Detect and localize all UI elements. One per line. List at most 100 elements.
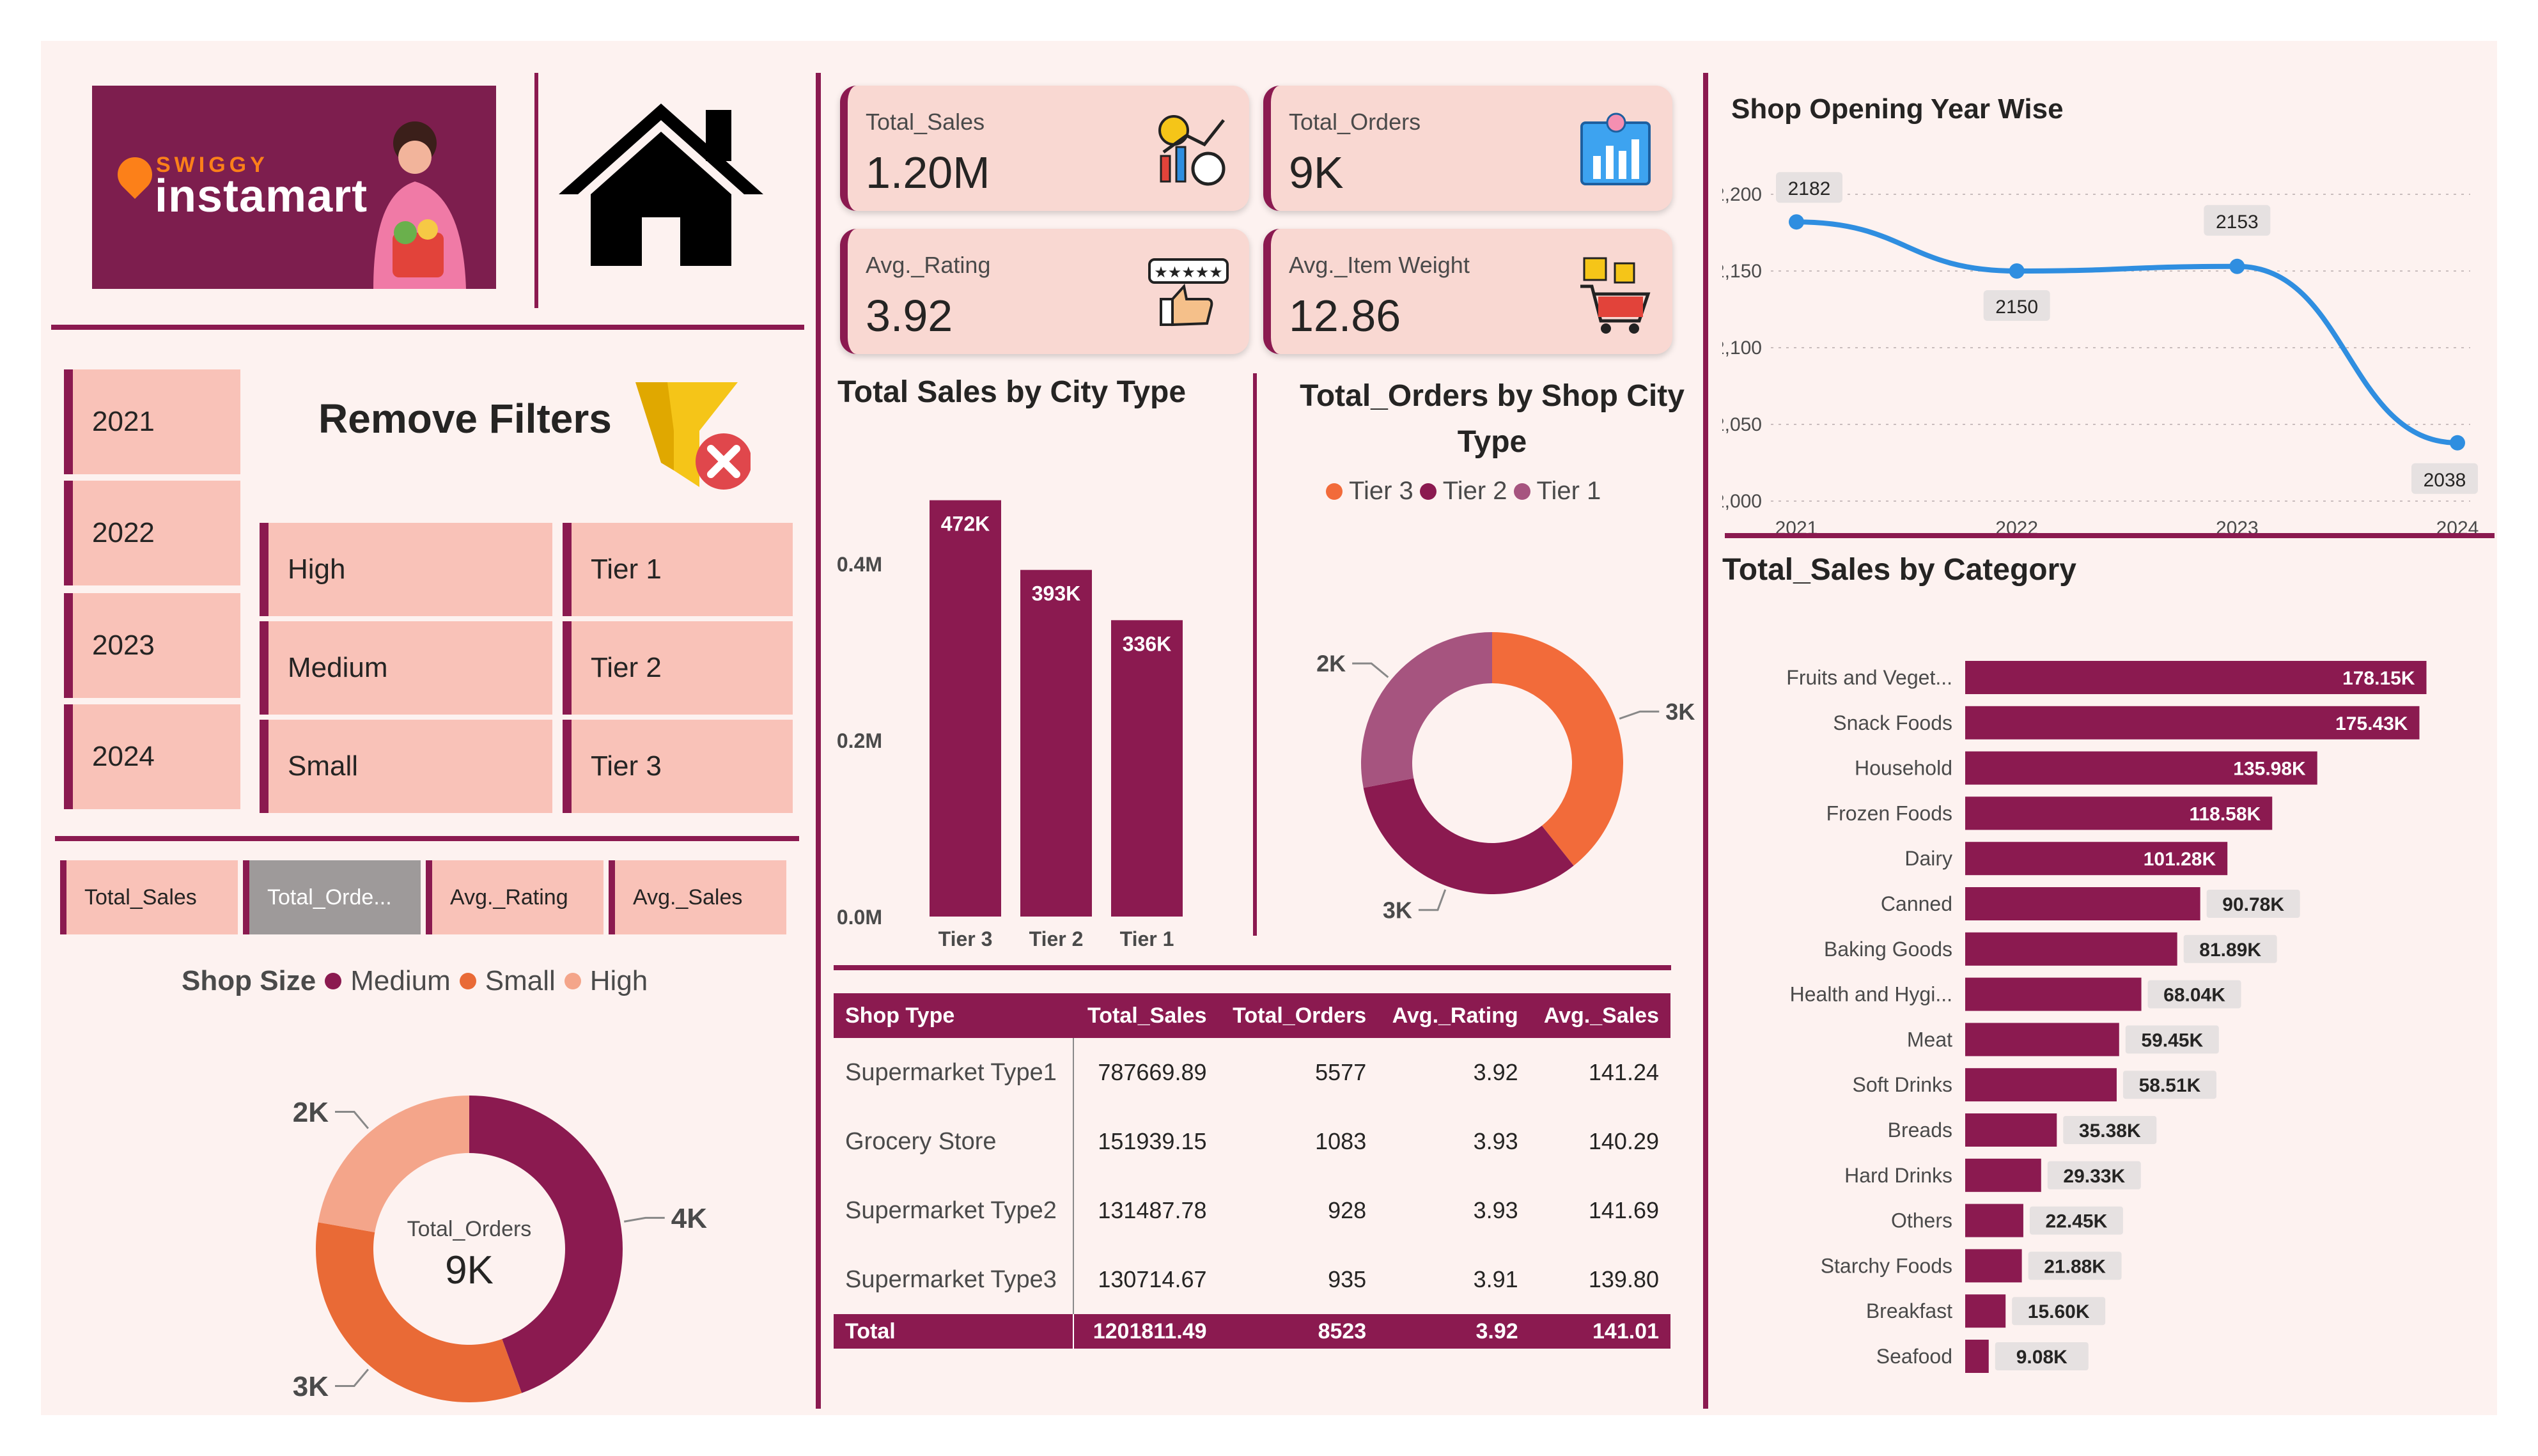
orders-city-donut-chart: 3K 3K 2K [1316,632,1695,923]
bar-value-label: 81.89K [2199,940,2261,961]
bar-value-label: 68.04K [2163,985,2225,1006]
donut-label-1: 3K [293,1371,329,1402]
legend-medium: Medium [350,965,451,996]
svg-text:★★★★★: ★★★★★ [1154,264,1223,281]
cell: Supermarket Type1 [834,1038,1074,1107]
cell: 140.29 [1588,1128,1659,1154]
sales-category-title: Total_Sales by Category [1722,553,2076,587]
cell: 787669.89 [1098,1059,1207,1085]
cell: Total [834,1314,1074,1349]
data-point [2450,435,2465,451]
bar-value-label: 35.38K [2079,1120,2141,1142]
tab-total-orders[interactable]: Total_Orde... [243,860,421,934]
cell: Supermarket Type3 [834,1245,1074,1314]
tier-slicer-3[interactable]: Tier 3 [563,720,793,813]
remove-filter-funnel-icon[interactable] [629,373,751,495]
tab-avg-rating[interactable]: Avg._Rating [426,860,603,934]
tier-slicer-1[interactable]: Tier 1 [563,523,793,616]
col-shop-type[interactable]: Shop Type [834,993,1073,1038]
remove-filters-button[interactable]: Remove Filters [318,395,612,442]
shopper-illustration [373,121,466,289]
shop-size-legend: Shop Size Medium Small High [182,965,648,997]
bar-value-label: 135.98K [2233,759,2306,780]
bar-category-13 [1965,1249,2022,1283]
column-divider-2 [1253,373,1257,936]
cell: 151939.15 [1098,1128,1207,1154]
kpi-label: Total_Sales [866,109,985,135]
col-total-orders[interactable]: Total_Orders [1218,993,1378,1038]
y-tick-label: 0.4M [837,553,882,576]
legend-tier3: Tier 3 [1349,477,1413,505]
year-slicer-2023[interactable]: 2023 [64,593,240,698]
category-label: Breads [1888,1119,1952,1142]
donut-leader-2 [335,1111,370,1129]
col-avg-sales[interactable]: Avg._Sales [1529,993,1670,1038]
category-label: Others [1891,1209,1952,1232]
bar-category-15 [1965,1340,1989,1373]
legend-high: High [589,965,648,996]
year-slicer-2021[interactable]: 2021 [64,369,240,474]
year-slicer-2022[interactable]: 2022 [64,481,240,585]
bar-value-label: 336K [1123,632,1172,655]
legend-dot-high [564,973,581,989]
col-total-sales[interactable]: Total_Sales [1073,993,1218,1038]
legend-dot-small [459,973,476,989]
legend-dot-medium [325,973,342,989]
bar-value-label: 59.45K [2141,1030,2203,1051]
table-total-row: Total 1201811.49 8523 3.92 141.01 [834,1314,1670,1349]
data-point [1789,214,1804,230]
kpi-avg-rating: Avg._Rating 3.92 ★★★★★ [840,229,1249,354]
cell: 3.93 [1473,1128,1518,1154]
donut-label-2: 2K [293,1097,329,1128]
home-icon[interactable] [552,98,770,271]
data-point [2009,263,2025,279]
bar-value-label: 21.88K [2044,1256,2106,1277]
col-avg-rating[interactable]: Avg._Rating [1378,993,1530,1038]
shopping-cart-icon [1580,257,1651,334]
cell: 141.01 [1529,1314,1670,1349]
swiggy-instamart-logo: SWIGGY instamart [92,86,496,289]
legend-tier1: Tier 1 [1536,477,1601,505]
size-slicer-high[interactable]: High [260,523,552,616]
cell: 935 [1328,1266,1367,1292]
table-row: Supermarket Type2 131487.78 928 3.93 141… [834,1176,1670,1245]
year-slicer-2024[interactable]: 2024 [64,704,240,809]
tab-avg-sales[interactable]: Avg._Sales [609,860,786,934]
bar-value-label: 472K [941,513,990,536]
donut-slice-2 [318,1096,469,1232]
column-divider-1 [816,73,821,1409]
bar-value-label: 29.33K [2063,1166,2125,1187]
cell: 3.93 [1473,1197,1518,1223]
cell: 139.80 [1588,1266,1659,1292]
donut-center-label: Total_Orders [407,1217,532,1241]
size-slicer-small[interactable]: Small [260,720,552,813]
orders-city-legend: Tier 3 Tier 2 Tier 1 [1326,477,1601,506]
category-label: Hard Drinks [1844,1164,1952,1187]
cell: Grocery Store [834,1107,1074,1176]
location-pin-icon [110,150,160,199]
size-slicer-medium[interactable]: Medium [260,621,552,715]
bar-value-label: 58.51K [2139,1075,2201,1096]
tab-total-sales[interactable]: Total_Sales [60,860,238,934]
x-tick-label: Tier 3 [938,927,993,950]
cell: 1201811.49 [1073,1314,1218,1349]
bar-category-7 [1965,977,2142,1011]
legend-dot-tier3 [1326,483,1343,500]
y-tick-label: 2,050 [1722,414,1762,435]
kpi-label: Avg._Rating [866,252,991,278]
cell: 130714.67 [1098,1266,1207,1292]
category-label: Starchy Foods [1821,1254,1952,1277]
kpi-label: Avg._Item Weight [1289,252,1470,278]
bar-value-label: 178.15K [2342,668,2415,689]
table-divider [834,965,1671,970]
cell: 928 [1328,1197,1367,1223]
bar-value-label: 175.43K [2335,713,2408,734]
bar-value-label: 22.45K [2046,1211,2108,1232]
category-label: Baking Goods [1824,938,1952,961]
bar-value-label: 15.60K [2028,1301,2090,1322]
bar-value-label: 118.58K [2189,803,2261,825]
category-label: Health and Hygi... [1790,983,1952,1006]
header-divider [51,325,804,330]
donut-slice-1 [1363,778,1574,894]
tier-slicer-2[interactable]: Tier 2 [563,621,793,715]
